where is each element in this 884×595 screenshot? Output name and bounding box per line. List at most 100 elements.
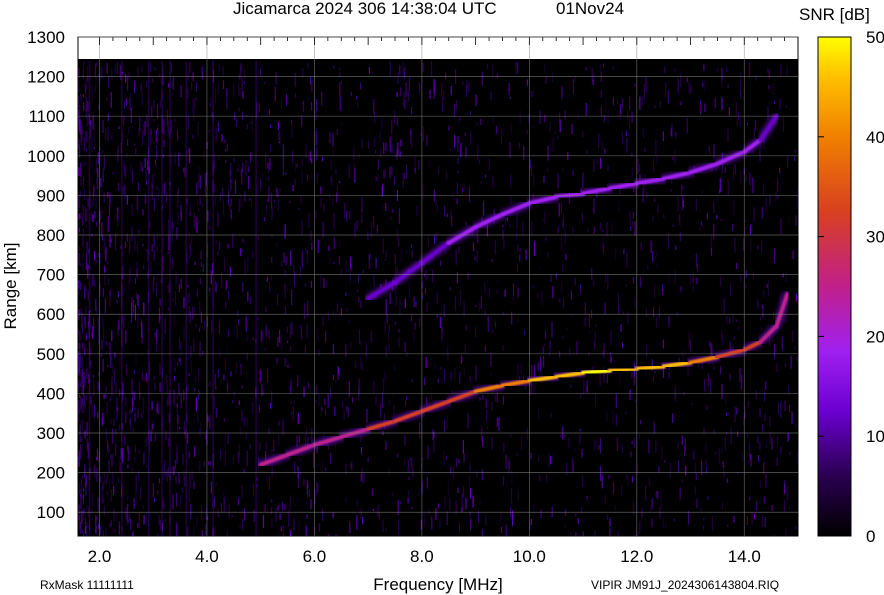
noise-streak (223, 418, 225, 422)
y-tick-label: 500 (37, 345, 65, 364)
noise-streak (94, 211, 96, 219)
noise-streak (353, 146, 355, 160)
noise-streak (237, 451, 239, 464)
noise-streak (394, 321, 396, 325)
noise-streak (101, 418, 103, 428)
noise-streak (248, 166, 250, 173)
noise-streak (681, 184, 683, 197)
noise-streak (86, 116, 88, 127)
noise-streak (163, 336, 165, 340)
noise-streak (236, 362, 238, 368)
noise-streak (301, 115, 303, 127)
noise-streak (679, 287, 681, 294)
noise-streak (496, 418, 498, 427)
noise-streak (298, 435, 300, 443)
noise-streak (462, 485, 465, 490)
noise-streak (156, 533, 158, 536)
noise-streak (128, 127, 130, 135)
noise-streak (396, 91, 398, 97)
noise-streak (144, 121, 146, 136)
ionogram-figure: Jicamarca 2024 306 14:38:04 UTC 01Nov24 … (1, 0, 884, 594)
noise-streak (424, 288, 427, 294)
noise-streak (400, 501, 402, 505)
noise-streak (501, 128, 503, 145)
noise-streak (83, 341, 85, 349)
noise-streak (385, 249, 387, 258)
noise-streak (271, 499, 273, 503)
noise-streak (102, 359, 104, 372)
noise-streak (551, 72, 554, 82)
noise-streak (469, 111, 471, 116)
noise-streak (124, 314, 126, 328)
noise-streak (265, 152, 267, 169)
noise-streak (538, 455, 540, 462)
noise-streak (178, 338, 181, 350)
noise-streak (311, 428, 313, 443)
y-tick-label: 200 (37, 464, 65, 483)
noise-streak (180, 358, 182, 366)
noise-streak (373, 98, 375, 115)
noise-streak (562, 219, 564, 229)
noise-streak (450, 86, 452, 96)
noise-streak (604, 148, 606, 154)
noise-streak (265, 324, 267, 336)
noise-streak (625, 411, 627, 416)
noise-streak (662, 517, 664, 528)
noise-streak (792, 250, 794, 259)
noise-streak (662, 131, 664, 142)
noise-streak (127, 446, 129, 461)
noise-streak (200, 261, 202, 268)
noise-streak (462, 80, 464, 86)
noise-streak (574, 75, 576, 82)
noise-streak (96, 448, 99, 462)
noise-streak (247, 257, 249, 273)
noise-streak (480, 295, 482, 309)
noise-streak (435, 199, 437, 206)
noise-streak (350, 257, 352, 271)
noise-streak (178, 358, 180, 362)
noise-streak (638, 164, 641, 173)
noise-streak (268, 175, 270, 181)
noise-streak (188, 306, 190, 317)
noise-streak (107, 216, 109, 232)
noise-streak (143, 264, 145, 270)
noise-streak (400, 139, 402, 147)
noise-streak (192, 135, 194, 139)
noise-streak (81, 138, 83, 150)
noise-streak (84, 84, 86, 94)
noise-streak (348, 381, 350, 397)
noise-streak (459, 116, 461, 120)
noise-streak (632, 277, 635, 284)
noise-streak (445, 72, 447, 80)
noise-streak (219, 192, 221, 202)
noise-streak (647, 265, 649, 270)
noise-streak (457, 487, 459, 494)
noise-streak (735, 102, 737, 116)
noise-streak (595, 324, 597, 328)
noise-streak (630, 226, 632, 231)
noise-streak (86, 348, 88, 353)
noise-streak (713, 366, 715, 370)
noise-streak (604, 302, 606, 315)
noise-streak (605, 99, 607, 112)
noise-streak (613, 535, 615, 536)
noise-streak (342, 401, 344, 409)
noise-streak (617, 99, 619, 104)
noise-streak (127, 139, 129, 146)
noise-streak (345, 497, 347, 503)
noise-streak (696, 253, 698, 268)
noise-streak (675, 245, 677, 251)
noise-streak (618, 302, 620, 315)
noise-streak (765, 381, 767, 390)
noise-streak (639, 276, 641, 288)
noise-streak (242, 282, 244, 292)
noise-streak (284, 226, 286, 239)
noise-streak (122, 187, 124, 195)
noise-streak (795, 526, 797, 529)
noise-streak (84, 525, 87, 534)
noise-streak (601, 475, 603, 489)
noise-streak (117, 182, 120, 191)
noise-streak (695, 472, 697, 480)
noise-streak (279, 502, 281, 508)
noise-streak (484, 282, 486, 294)
